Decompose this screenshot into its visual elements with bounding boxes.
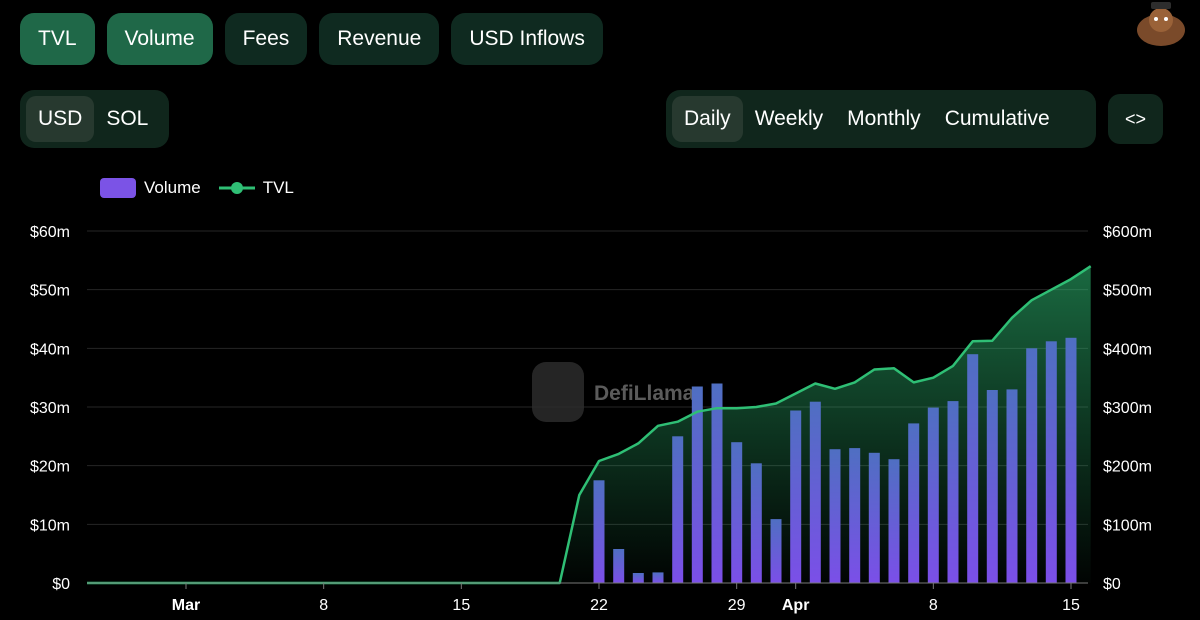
x-tick-label: 8 xyxy=(319,597,328,614)
y-right-tick-label: $0 xyxy=(1103,576,1121,593)
x-tick-label: 22 xyxy=(590,597,608,614)
volume-bar[interactable] xyxy=(947,401,959,583)
y-left-tick-label: $20m xyxy=(30,459,70,476)
watermark-text: DefiLlama xyxy=(594,382,695,405)
volume-bar[interactable] xyxy=(927,407,939,583)
y-left-tick-label: $30m xyxy=(30,400,70,417)
volume-bar[interactable] xyxy=(613,549,625,583)
volume-bar[interactable] xyxy=(750,463,762,583)
x-tick-label: 15 xyxy=(1062,597,1080,614)
volume-bar[interactable] xyxy=(809,401,821,583)
volume-bar[interactable] xyxy=(731,442,743,583)
volume-bar[interactable] xyxy=(829,449,841,583)
y-right-tick-label: $200m xyxy=(1103,459,1152,476)
volume-bar[interactable] xyxy=(652,572,664,583)
volume-bar[interactable] xyxy=(868,452,880,583)
y-left-tick-label: $40m xyxy=(30,341,70,358)
volume-tvl-chart: DefiLlama $0$10m$20m$30m$40m$50m$60m $0$… xyxy=(30,224,1152,614)
watermark: DefiLlama xyxy=(532,362,695,422)
y-left-tick-label: $0 xyxy=(52,576,70,593)
x-tick-label: Apr xyxy=(782,597,810,614)
volume-bar[interactable] xyxy=(1006,389,1018,583)
volume-bar[interactable] xyxy=(632,573,644,583)
volume-bar[interactable] xyxy=(967,354,979,583)
x-tick-label: Mar xyxy=(172,597,200,614)
volume-bar[interactable] xyxy=(849,448,861,583)
x-tick-label: 15 xyxy=(452,597,470,614)
y-right-tick-label: $600m xyxy=(1103,224,1152,241)
y-axis-right: $0 $100m $200m $300m $400m $500m $600m xyxy=(1103,224,1152,593)
x-tick-label: 29 xyxy=(728,597,746,614)
volume-bar[interactable] xyxy=(1065,337,1077,583)
volume-bar[interactable] xyxy=(770,519,782,583)
y-right-tick-label: $100m xyxy=(1103,517,1152,534)
tvl-area xyxy=(87,266,1091,583)
y-left-tick-label: $60m xyxy=(30,224,70,241)
y-axis-left: $0 $10m $20m $30m $40m $50m $60m xyxy=(30,224,70,593)
llama-logo-icon xyxy=(532,362,584,422)
y-left-tick-label: $10m xyxy=(30,517,70,534)
volume-bar[interactable] xyxy=(986,390,998,583)
volume-bar[interactable] xyxy=(691,386,703,584)
volume-bar[interactable] xyxy=(790,410,802,584)
y-left-tick-label: $50m xyxy=(30,283,70,300)
volume-bar[interactable] xyxy=(1045,341,1057,583)
y-right-tick-label: $400m xyxy=(1103,341,1152,358)
volume-bar[interactable] xyxy=(672,436,684,583)
y-right-tick-label: $300m xyxy=(1103,400,1152,417)
volume-bar[interactable] xyxy=(1026,348,1038,583)
x-tick-label: 8 xyxy=(929,597,938,614)
y-right-tick-label: $500m xyxy=(1103,283,1152,300)
x-axis: Mar 8 15 22 29 Apr 8 15 xyxy=(87,582,1088,614)
volume-bar[interactable] xyxy=(711,383,723,584)
volume-bar[interactable] xyxy=(888,459,900,583)
volume-bar[interactable] xyxy=(908,423,920,583)
volume-bar[interactable] xyxy=(593,480,605,583)
